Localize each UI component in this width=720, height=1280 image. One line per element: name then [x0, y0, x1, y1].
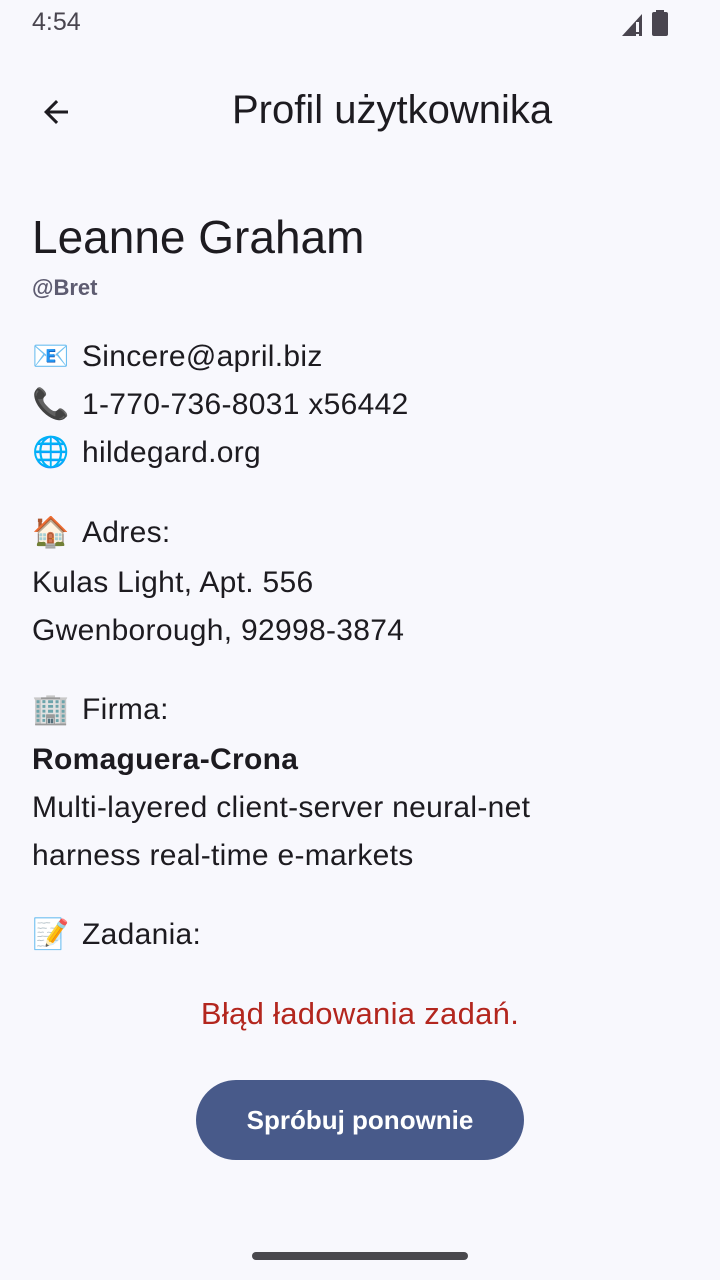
- battery-icon: [652, 10, 668, 36]
- address-label: Adres:: [82, 516, 171, 549]
- company-catchphrase-line-1: Multi-layered client-server neural-net: [32, 791, 531, 824]
- app-bar: Profil użytkownika: [0, 70, 720, 154]
- email-icon: 📧: [32, 339, 70, 374]
- arrow-back-icon: [44, 100, 68, 124]
- address-line-1: Kulas Light, Apt. 556: [32, 566, 314, 599]
- email-row[interactable]: 📧 Sincere@april.biz: [32, 338, 323, 376]
- company-name: Romaguera-Crona: [32, 743, 299, 776]
- page-title: Profil użytkownika: [232, 88, 553, 132]
- user-name: Leanne Graham: [32, 211, 365, 263]
- tasks-label: Zadania:: [82, 918, 202, 951]
- phone-icon: 📞: [32, 387, 70, 422]
- globe-icon: 🌐: [32, 435, 70, 470]
- signal-icon: [622, 14, 642, 36]
- address-header: 🏠 Adres:: [32, 514, 171, 552]
- website-value: hildegard.org: [82, 436, 262, 469]
- company-label: Firma:: [82, 693, 169, 726]
- tasks-header: 📝 Zadania:: [32, 916, 201, 954]
- office-building-icon: 🏢: [32, 692, 70, 727]
- gesture-nav-handle[interactable]: [252, 1252, 468, 1260]
- company-catchphrase-line-2: harness real-time e-markets: [32, 839, 414, 872]
- company-header: 🏢 Firma:: [32, 691, 169, 729]
- address-line-2: Gwenborough, 92998-3874: [32, 614, 405, 647]
- user-username: @Bret: [32, 275, 98, 300]
- phone-value: 1-770-736-8031 x56442: [82, 388, 409, 421]
- tasks-error-message: Błąd ładowania zadań.: [200, 996, 520, 1031]
- back-button[interactable]: [24, 80, 88, 144]
- phone-row[interactable]: 📞 1-770-736-8031 x56442: [32, 386, 409, 424]
- house-icon: 🏠: [32, 515, 70, 550]
- email-value: Sincere@april.biz: [82, 340, 323, 373]
- status-time: 4:54: [32, 8, 81, 36]
- retry-button[interactable]: Spróbuj ponownie: [196, 1080, 524, 1160]
- memo-icon: 📝: [32, 917, 70, 952]
- status-bar: 4:54: [0, 0, 720, 48]
- status-icons: [620, 10, 668, 36]
- website-row[interactable]: 🌐 hildegard.org: [32, 434, 261, 472]
